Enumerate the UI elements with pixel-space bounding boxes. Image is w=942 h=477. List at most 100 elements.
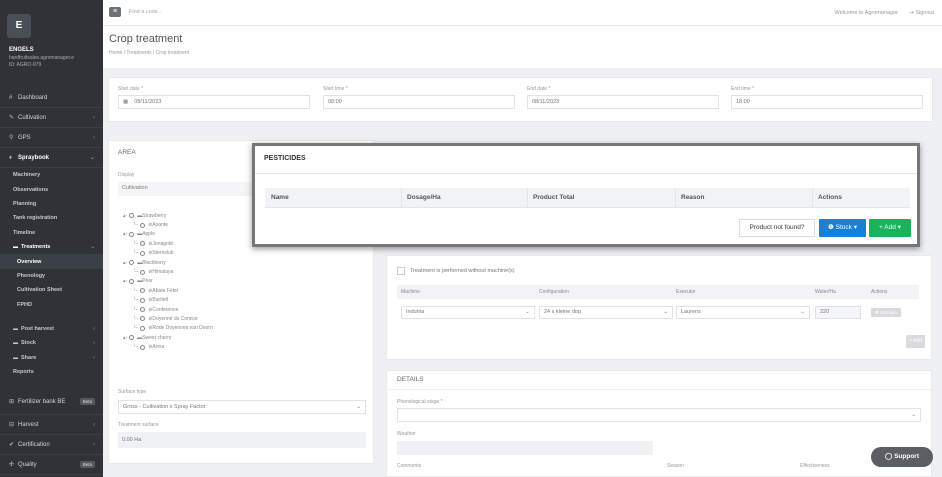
tree-node-label: Himalaya: [152, 269, 174, 276]
select-radio[interactable]: [140, 222, 146, 228]
machine-select[interactable]: Induma ⌄: [401, 306, 535, 319]
select-radio[interactable]: [140, 269, 146, 275]
tree-node[interactable]: ▴- ▬ Pear: [123, 277, 213, 286]
sidebar-item-certification[interactable]: ✔ Certification ‹: [0, 435, 103, 456]
select-radio[interactable]: [140, 297, 146, 303]
display-label: Display: [118, 172, 135, 178]
tree-node[interactable]: ▴- ▬ Strawberry: [123, 211, 213, 220]
tree-node[interactable]: └- ⊘ Rode Doyennes van Doorn: [123, 324, 213, 333]
code-search-input[interactable]: Find a code...: [129, 9, 162, 15]
select-radio[interactable]: [140, 344, 146, 350]
chevron-left-icon: ‹: [93, 441, 95, 448]
tree-node[interactable]: └- ⊘ Sternslub: [123, 249, 213, 258]
folder-icon: ▬: [13, 340, 18, 347]
sidebar-item-quality[interactable]: ✣ Quality Beta: [0, 455, 103, 476]
sidebar-item-gps[interactable]: ⚲ GPS ‹: [0, 128, 103, 148]
tree-node[interactable]: ▴- ▬ Blackberry: [123, 258, 213, 267]
sidebar-sub-machinery[interactable]: Machinery: [0, 168, 103, 182]
machine-card: Treatment is performed without machine(s…: [386, 255, 932, 360]
executor-value: Laurens: [681, 309, 701, 315]
expand-icon[interactable]: ▴-: [123, 335, 127, 341]
select-radio[interactable]: [129, 231, 135, 237]
expand-icon[interactable]: ▴-: [123, 213, 127, 219]
sidebar-item-label: Fertilizer bank BE: [18, 398, 66, 405]
sidebar-sub-share[interactable]: ▬ Share ‹: [0, 351, 103, 365]
support-button[interactable]: ◯ Support: [871, 447, 933, 467]
tree-node[interactable]: └- ⊘ Himalaya: [123, 267, 213, 276]
select-radio[interactable]: [140, 288, 146, 294]
breadcrumb[interactable]: Home / Treatments / Crop treatment: [109, 50, 189, 56]
spraybook-icon: ♦: [9, 154, 13, 161]
col-dosage: Dosage/Ha: [407, 194, 441, 201]
sidebar-sub-stock[interactable]: ▬ Stock ‹: [0, 336, 103, 350]
tree-branch-icon: └-: [133, 222, 139, 229]
select-radio[interactable]: [140, 307, 146, 313]
add-machine-button[interactable]: + Add: [906, 335, 925, 348]
add-pesticide-button[interactable]: + Add ▾: [869, 219, 911, 237]
expand-icon[interactable]: ▴-: [123, 260, 127, 266]
select-radio[interactable]: [140, 241, 146, 247]
tree-node-label: Asante: [152, 222, 168, 229]
select-radio[interactable]: [140, 250, 146, 256]
sidebar-item-harvest[interactable]: ⊟ Harvest ‹: [0, 415, 103, 436]
date-card: Start date * ▦ 08/11/2023 Start time * 08…: [108, 77, 933, 122]
no-machine-checkbox-row[interactable]: Treatment is performed without machine(s…: [397, 267, 515, 275]
executor-select[interactable]: Laurens ⌄: [676, 306, 810, 319]
col-configuration: Configuration: [539, 289, 569, 295]
tree-node[interactable]: └- ⊘ Jonagold: [123, 239, 213, 248]
org-logo[interactable]: E: [7, 14, 31, 38]
sidebar-sub-cultivation-sheet[interactable]: Cultivation Sheet: [0, 283, 103, 297]
chevron-left-icon: ‹: [93, 134, 95, 141]
sidebar-item-cultivation[interactable]: ✎ Cultivation ‹: [0, 108, 103, 128]
sidebar-item-fertilizer-bank[interactable]: ⊞ Fertilizer bank BE Beta: [0, 389, 103, 416]
expand-icon[interactable]: ▴-: [123, 231, 127, 237]
select-radio[interactable]: [129, 213, 135, 219]
select-radio[interactable]: [140, 316, 146, 322]
sidebar-sub-reports[interactable]: Reports: [0, 365, 103, 379]
sidebar-item-spraybook[interactable]: ♦ Spraybook ⌄: [0, 148, 103, 168]
stock-dropdown-button[interactable]: ❶ Stock ▾: [819, 219, 866, 237]
tree-node[interactable]: └- ⊘ Doyenné du Comice: [123, 314, 213, 323]
select-radio[interactable]: [129, 260, 135, 266]
configuration-select[interactable]: 24 x kleine dop ⌄: [539, 306, 673, 319]
tree-node[interactable]: └- ⊘ Abate Fétel: [123, 286, 213, 295]
sidebar-item-dashboard[interactable]: # Dashboard: [0, 88, 103, 108]
sidebar-sub-post-harvest[interactable]: ▬ Post harvest ‹: [0, 322, 103, 336]
phenological-select[interactable]: ⌄: [397, 408, 921, 422]
sidebar-sub-observations[interactable]: Observations: [0, 182, 103, 196]
select-radio[interactable]: [129, 335, 135, 341]
expand-icon[interactable]: ▴-: [123, 278, 127, 284]
sidebar-sub-treatments[interactable]: ▬ Treatments ⌄: [0, 240, 103, 254]
water-field[interactable]: 220: [815, 306, 861, 319]
tree-node[interactable]: └- ⊘ Anna: [123, 342, 213, 351]
tree-branch-icon: └-: [133, 269, 139, 276]
product-not-found-button[interactable]: Product not found?: [739, 219, 815, 237]
end-date-label: End date *: [527, 86, 551, 92]
beta-badge: Beta: [79, 398, 95, 406]
menu-toggle-button[interactable]: ≡: [109, 7, 121, 17]
bank-icon: ⊞: [9, 399, 15, 406]
sidebar-sub-tank-registration[interactable]: Tank registration: [0, 211, 103, 225]
tree-node[interactable]: ▴- ▬ Apple: [123, 230, 213, 239]
signout-link[interactable]: ⇥ Signout: [909, 10, 934, 16]
remove-machine-button[interactable]: ✖ Remove: [871, 308, 901, 317]
no-machine-checkbox[interactable]: [397, 267, 405, 275]
start-time-field[interactable]: 08:00: [323, 95, 515, 109]
select-radio[interactable]: [129, 278, 135, 284]
sidebar-sub-planning[interactable]: Planning: [0, 197, 103, 211]
tree-branch-icon: └-: [133, 344, 139, 351]
sidebar-sub-timeline[interactable]: Timeline: [0, 226, 103, 240]
surface-type-select[interactable]: Gross - Cultivation x Spray Factor ⌄: [118, 400, 366, 414]
sidebar-sub-fphd[interactable]: FPHD: [0, 298, 103, 312]
end-time-field[interactable]: 18:00: [731, 95, 923, 109]
tree-node[interactable]: └- ⊘ Bartlett: [123, 296, 213, 305]
tree-node[interactable]: ▴- ▬ Sweet cherry: [123, 333, 213, 342]
select-radio[interactable]: [140, 325, 146, 331]
sidebar-sub-overview[interactable]: Overview: [0, 254, 103, 269]
tree-node[interactable]: └- ⊘ Conference: [123, 305, 213, 314]
start-date-field[interactable]: ▦ 08/11/2023: [118, 95, 310, 109]
cultivation-tree: ▴- ▬ Strawberry └- ⊘ Asante ▴- ▬ Apple └- ⊘ Jon…: [123, 211, 213, 352]
tree-node[interactable]: └- ⊘ Asante: [123, 220, 213, 229]
sidebar-sub-phenology[interactable]: Phenology: [0, 269, 103, 283]
end-date-field[interactable]: 08/11/2023: [527, 95, 719, 109]
